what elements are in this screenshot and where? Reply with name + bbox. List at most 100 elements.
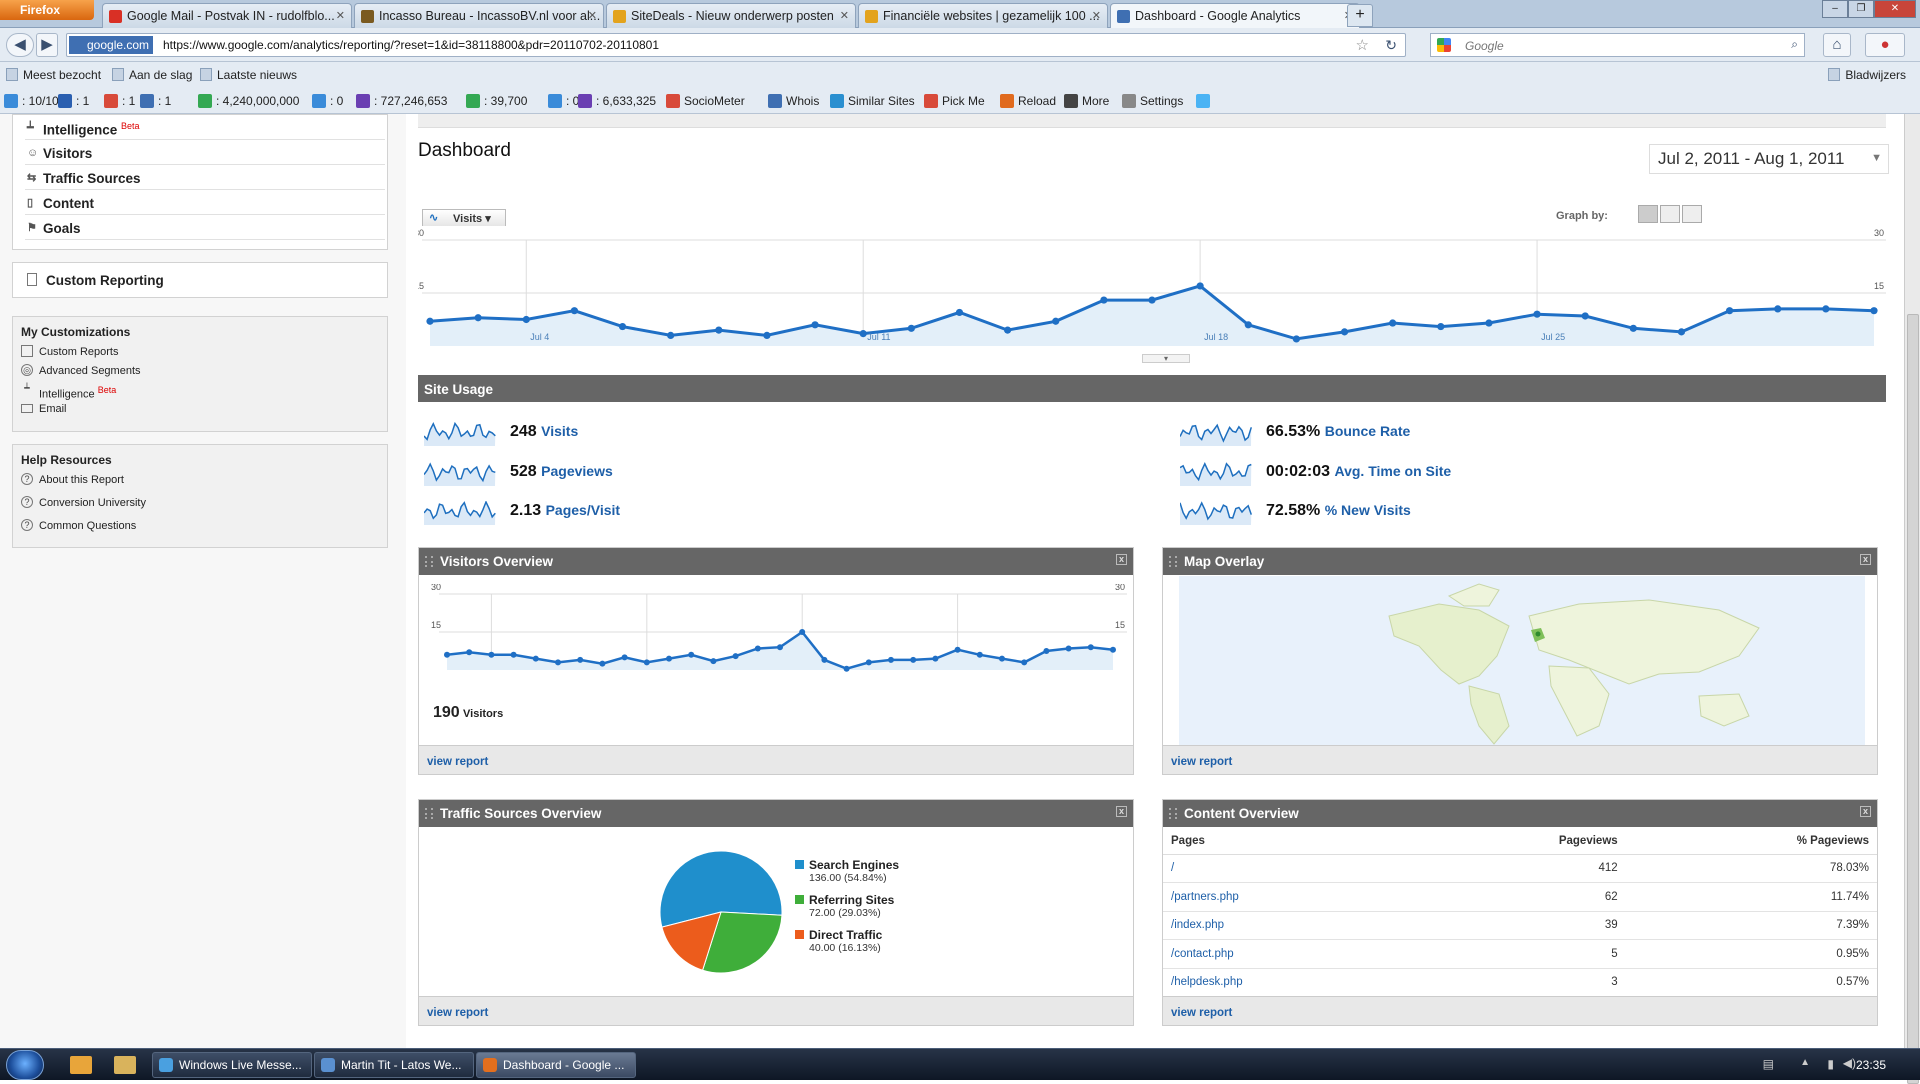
maximize-button[interactable]: ❐ (1848, 0, 1874, 18)
data-point[interactable] (618, 322, 627, 331)
data-point[interactable] (1629, 324, 1637, 332)
page-link[interactable]: /index.php (1171, 919, 1224, 931)
data-point[interactable] (821, 656, 828, 663)
sidebar-item-content[interactable]: ▯ Content (25, 190, 385, 215)
scrollbar-thumb[interactable] (1907, 314, 1919, 1084)
seo-toolbar-item[interactable]: SocioMeter (666, 94, 745, 108)
date-range-picker[interactable]: Jul 2, 2011 - Aug 1, 2011 ▼ (1649, 144, 1889, 174)
data-point[interactable] (910, 656, 917, 663)
close-icon[interactable]: x (1116, 554, 1127, 565)
data-point[interactable] (621, 654, 628, 661)
data-point[interactable] (1244, 321, 1252, 329)
data-point[interactable] (1196, 282, 1204, 290)
data-point[interactable] (907, 324, 915, 332)
bookmark-star-icon[interactable]: ☆ (1356, 36, 1369, 54)
metric-link[interactable]: Bounce Rate (1325, 423, 1411, 439)
page-link[interactable]: / (1171, 862, 1174, 874)
close-tab-icon[interactable]: ✕ (336, 9, 345, 22)
about-this-report-link[interactable]: ? About this Report (21, 473, 379, 492)
bookmarks-folder[interactable]: Bladwijzers (1828, 68, 1906, 82)
data-point[interactable] (932, 655, 939, 662)
browser-tab[interactable]: Google Mail - Postvak IN - rudolfblo... ✕ (102, 3, 352, 28)
metric-link[interactable]: Avg. Time on Site (1335, 463, 1452, 479)
view-report-link[interactable]: view report (1171, 1007, 1232, 1019)
metric-link[interactable]: Visits (541, 423, 578, 439)
taskbar-task[interactable]: Dashboard - Google ... (476, 1052, 636, 1078)
data-point[interactable] (1870, 307, 1878, 315)
graph-by-week-button[interactable] (1660, 205, 1680, 223)
sidebar-item-intelligence[interactable]: ┷ Intelligence Beta (25, 115, 385, 140)
data-point[interactable] (777, 644, 783, 651)
advanced-segments-link[interactable]: ◎ Advanced Segments (21, 364, 379, 383)
drag-handle-icon[interactable] (1169, 808, 1177, 819)
page-link[interactable]: /helpdesk.php (1171, 976, 1243, 988)
browser-tab[interactable]: Incasso Bureau - IncassoBV.nl voor al...… (354, 3, 604, 28)
data-point[interactable] (715, 326, 723, 334)
data-point[interactable] (1148, 296, 1156, 304)
custom-reporting-link[interactable]: Custom Reporting (12, 262, 388, 298)
bookmark-laatste-nieuws[interactable]: Laatste nieuws (200, 68, 297, 82)
legend-item[interactable]: Referring Sites 72.00 (29.03%) (795, 893, 899, 928)
home-icon[interactable]: ⌂ (1823, 33, 1851, 57)
search-icon[interactable]: ⌕ (1791, 37, 1798, 52)
data-point[interactable] (532, 655, 539, 662)
data-point[interactable] (1052, 317, 1060, 325)
clock[interactable]: 23:35 (1856, 1058, 1886, 1072)
data-point[interactable] (444, 651, 450, 658)
data-point[interactable] (1021, 659, 1028, 666)
metric-link[interactable]: % New Visits (1325, 502, 1411, 518)
data-point[interactable] (732, 653, 739, 660)
seo-toolbar-item[interactable]: Reload (1000, 94, 1056, 108)
seo-toolbar-item[interactable]: : 0 (548, 94, 579, 108)
start-button[interactable] (6, 1050, 44, 1080)
world-map[interactable] (1179, 576, 1865, 746)
seo-toolbar-item[interactable]: : 0 (312, 94, 343, 108)
data-point[interactable] (1822, 305, 1830, 313)
data-point[interactable] (1581, 312, 1589, 320)
seo-toolbar-item[interactable]: : 1 (58, 94, 89, 108)
seo-toolbar-item[interactable]: Pick Me (924, 94, 985, 108)
data-point[interactable] (510, 651, 517, 658)
close-icon[interactable]: x (1860, 554, 1871, 565)
data-point[interactable] (1004, 326, 1012, 334)
legend-item[interactable]: Search Engines 136.00 (54.84%) (795, 858, 899, 893)
data-point[interactable] (522, 315, 530, 324)
close-tab-icon[interactable]: ✕ (840, 9, 849, 22)
view-report-link[interactable]: view report (427, 1007, 488, 1019)
data-point[interactable] (1340, 328, 1349, 336)
seo-toolbar-item[interactable]: Settings (1122, 94, 1183, 108)
close-window-button[interactable]: ✕ (1874, 0, 1916, 18)
data-point[interactable] (570, 307, 578, 315)
seo-toolbar-item[interactable]: : 727,246,653 (356, 94, 447, 108)
data-point[interactable] (955, 308, 964, 317)
graph-by-month-button[interactable] (1682, 205, 1702, 223)
data-point[interactable] (1389, 319, 1397, 327)
close-icon[interactable]: x (1116, 806, 1127, 817)
minimize-button[interactable]: – (1822, 0, 1848, 18)
data-point[interactable] (843, 665, 850, 672)
seo-toolbar-item[interactable]: : 10/10 (4, 94, 59, 108)
data-point[interactable] (888, 656, 894, 663)
seo-toolbar-item[interactable]: : 39,700 (466, 94, 527, 108)
seo-toolbar-item[interactable]: : 6,633,325 (578, 94, 656, 108)
drag-handle-icon[interactable] (425, 808, 433, 819)
sidebar-item-goals[interactable]: ⚑ Goals (25, 215, 385, 240)
data-point[interactable] (643, 659, 650, 666)
show-desktop-icon[interactable] (70, 1056, 92, 1074)
bookmark-meest-bezocht[interactable]: Meest bezocht (6, 68, 101, 82)
bookmark-aan-de-slag[interactable]: Aan de slag (112, 68, 192, 82)
tray-volume-icon[interactable]: ◀) (1843, 1056, 1856, 1070)
page-link[interactable]: /partners.php (1171, 891, 1239, 903)
data-point[interactable] (763, 331, 771, 339)
data-point[interactable] (710, 658, 717, 665)
custom-reports-link[interactable]: Custom Reports (21, 345, 379, 364)
browser-tab[interactable]: Financiële websites | gezamelijk 100 ...… (858, 3, 1108, 28)
taskbar-task[interactable]: Martin Tit - Latos We... (314, 1052, 474, 1078)
seo-toolbar-item[interactable]: Whois (768, 94, 819, 108)
data-point[interactable] (466, 649, 473, 656)
email-link[interactable]: Email (21, 402, 379, 421)
taskbar-task[interactable]: Windows Live Messe... (152, 1052, 312, 1078)
conversion-university-link[interactable]: ? Conversion University (21, 496, 379, 515)
common-questions-link[interactable]: ? Common Questions (21, 519, 379, 538)
data-point[interactable] (1292, 335, 1300, 343)
